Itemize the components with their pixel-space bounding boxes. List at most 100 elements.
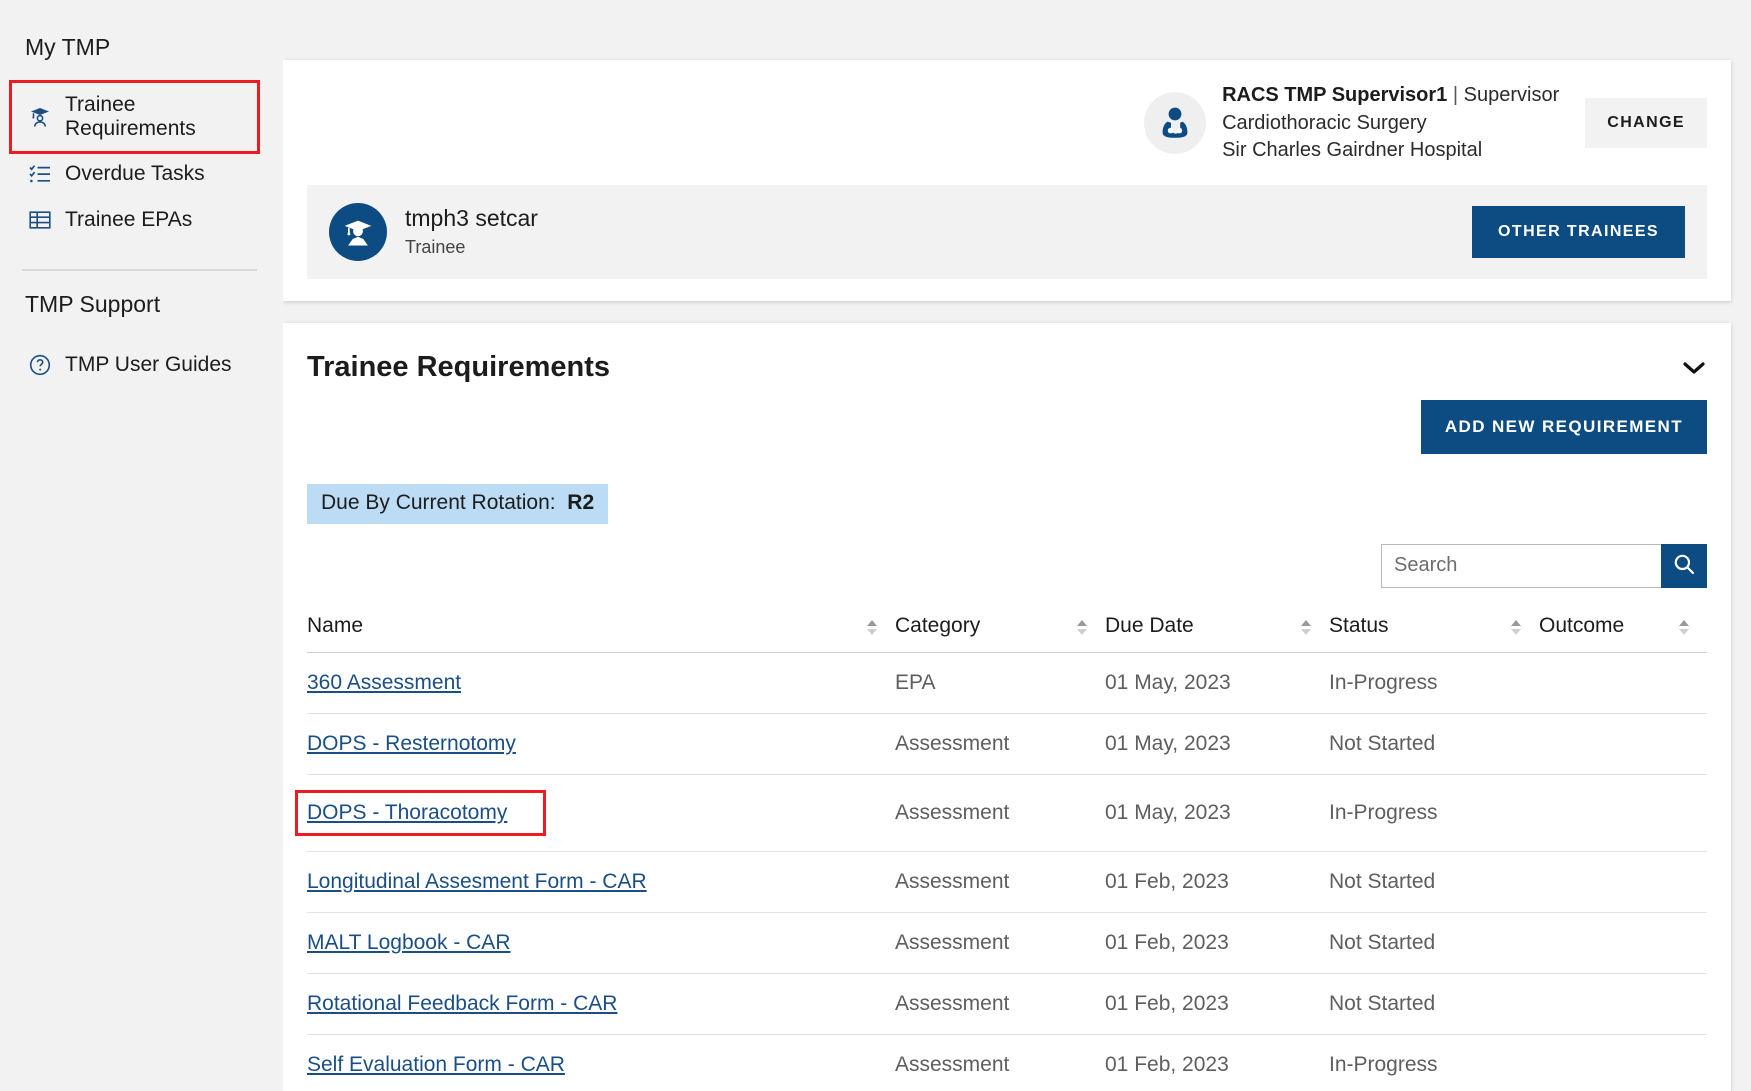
cell-outcome (1539, 774, 1707, 852)
cell-status: Not Started (1329, 973, 1539, 1035)
column-label: Category (895, 613, 981, 637)
sort-icon[interactable] (1679, 619, 1689, 635)
requirements-table: Name Category Due Date Status Outcome 36… (294, 605, 1707, 1091)
table-row: Self Evaluation Form - CAR Assessment 01 F… (307, 1034, 1707, 1091)
cell-category: Assessment (895, 713, 1105, 775)
search-input[interactable] (1381, 543, 1661, 588)
supervisor-separator: | (1452, 84, 1459, 106)
supervisor-role: Supervisor (1463, 84, 1560, 106)
graduate-icon (27, 104, 53, 130)
cell-status: Not Started (1329, 912, 1539, 974)
requirement-link[interactable]: Longitudinal Assesment Form - CAR (307, 870, 647, 893)
chip-label: Due By Current Rotation: (321, 490, 556, 514)
column-label: Status (1329, 613, 1389, 637)
page-title: Trainee Requirements (307, 350, 610, 383)
cell-name: MALT Logbook - CAR (307, 912, 895, 974)
sort-icon[interactable] (1301, 619, 1311, 635)
sidebar-item-overdue-tasks[interactable]: Overdue Tasks (0, 151, 283, 197)
add-new-requirement-button[interactable]: ADD NEW REQUIREMENT (1420, 399, 1707, 454)
other-trainees-button[interactable]: OTHER TRAINEES (1472, 205, 1685, 258)
requirement-link[interactable]: DOPS - Thoracotomy (307, 801, 507, 824)
sidebar-item-label: Trainee Requirements (65, 93, 196, 140)
supervisor-details: RACS TMP Supervisor1 | Supervisor Cardio… (1222, 82, 1559, 165)
cell-category: Assessment (895, 973, 1105, 1035)
requirement-link[interactable]: 360 Assessment (307, 671, 461, 694)
table-row: MALT Logbook - CAR Assessment 01 Feb, 2023… (307, 912, 1707, 974)
cell-category: Assessment (895, 774, 1105, 852)
doctor-stethoscope-icon (1144, 92, 1207, 155)
sidebar-item-trainee-epas[interactable]: Trainee EPAs (0, 197, 283, 243)
sidebar-section-tmp-support: TMP Support (25, 291, 161, 317)
column-header-due-date[interactable]: Due Date (1105, 605, 1329, 653)
cell-outcome (1539, 713, 1707, 775)
column-header-name[interactable]: Name (307, 605, 895, 653)
table-body: 360 Assessment EPA 01 May, 2023 In-Progress… (294, 652, 1707, 1091)
question-circle-icon (27, 352, 53, 378)
sidebar-divider (22, 269, 257, 271)
sidebar-item-label: Trainee EPAs (65, 208, 193, 231)
user-context-card: RACS TMP Supervisor1 | Supervisor Cardio… (283, 60, 1731, 301)
supervisor-name: RACS TMP Supervisor1 (1222, 84, 1448, 106)
trainee-name: tmph3 setcar (405, 204, 538, 231)
cell-name: DOPS - Thoracotomy (294, 774, 895, 852)
column-label: Outcome (1539, 613, 1625, 637)
search-icon (1672, 552, 1696, 579)
cell-status: Not Started (1329, 851, 1539, 913)
due-by-rotation-chip: Due By Current Rotation: R2 (307, 483, 609, 524)
cell-name: Self Evaluation Form - CAR (307, 1034, 895, 1091)
requirement-link[interactable]: Rotational Feedback Form - CAR (307, 992, 617, 1015)
table-row: DOPS - Thoracotomy Assessment 01 May, 2023… (294, 774, 1707, 852)
cell-category: Assessment (895, 1034, 1105, 1091)
cell-category: Assessment (895, 912, 1105, 974)
cell-outcome (1539, 652, 1707, 714)
cell-name: 360 Assessment (307, 652, 895, 714)
cell-due-date: 01 Feb, 2023 (1105, 1034, 1329, 1091)
cell-status: In-Progress (1329, 652, 1539, 714)
column-header-category[interactable]: Category (895, 605, 1105, 653)
cell-outcome (1539, 973, 1707, 1035)
sidebar-item-trainee-requirements[interactable]: Trainee Requirements (9, 80, 260, 154)
table-header: Name Category Due Date Status Outcome (307, 605, 1707, 653)
requirements-header: Trainee Requirements (307, 351, 1707, 384)
sidebar-section-my-tmp: My TMP (25, 34, 111, 60)
sort-icon[interactable] (1511, 619, 1521, 635)
table-grid-icon (27, 207, 53, 233)
sort-icon[interactable] (867, 619, 877, 635)
cell-due-date: 01 Feb, 2023 (1105, 851, 1329, 913)
cell-status: Not Started (1329, 713, 1539, 775)
sidebar: My TMP Trainee Requirements Overdue Task… (0, 0, 283, 1091)
cell-status: In-Progress (1329, 1034, 1539, 1091)
graduate-person-icon (329, 202, 387, 261)
column-header-outcome[interactable]: Outcome (1539, 605, 1707, 653)
selection-highlight-box: DOPS - Thoracotomy (294, 789, 547, 836)
cell-category: Assessment (895, 851, 1105, 913)
cell-status: In-Progress (1329, 774, 1539, 852)
search-area (307, 543, 1707, 588)
cell-outcome (1539, 851, 1707, 913)
search-button[interactable] (1661, 543, 1707, 588)
table-row: 360 Assessment EPA 01 May, 2023 In-Progress (307, 652, 1707, 714)
requirement-link[interactable]: Self Evaluation Form - CAR (307, 1053, 565, 1076)
supervisor-hospital: Sir Charles Gairdner Hospital (1222, 139, 1483, 162)
cell-category: EPA (895, 652, 1105, 714)
cell-due-date: 01 May, 2023 (1105, 774, 1329, 852)
column-header-status[interactable]: Status (1329, 605, 1539, 653)
column-label: Name (307, 613, 364, 637)
requirements-actions: ADD NEW REQUIREMENT (307, 399, 1707, 454)
sort-icon[interactable] (1077, 619, 1087, 635)
requirement-link[interactable]: DOPS - Resternotomy (307, 732, 516, 755)
trainee-requirements-card: Trainee Requirements ADD NEW REQUIREMENT… (283, 322, 1731, 1091)
cell-due-date: 01 May, 2023 (1105, 713, 1329, 775)
app-root: My TMP Trainee Requirements Overdue Task… (0, 0, 1751, 1091)
change-button[interactable]: CHANGE (1585, 98, 1707, 149)
checklist-icon (27, 161, 53, 187)
table-row: Rotational Feedback Form - CAR Assessment… (307, 973, 1707, 1035)
chevron-down-icon[interactable] (1681, 359, 1707, 377)
sidebar-item-tmp-user-guides[interactable]: TMP User Guides (0, 342, 283, 388)
table-row: Longitudinal Assesment Form - CAR Assessm… (307, 851, 1707, 913)
cell-name: Longitudinal Assesment Form - CAR (307, 851, 895, 913)
cell-outcome (1539, 912, 1707, 974)
supervisor-specialty: Cardiothoracic Surgery (1222, 111, 1427, 134)
cell-due-date: 01 May, 2023 (1105, 652, 1329, 714)
requirement-link[interactable]: MALT Logbook - CAR (307, 931, 510, 954)
